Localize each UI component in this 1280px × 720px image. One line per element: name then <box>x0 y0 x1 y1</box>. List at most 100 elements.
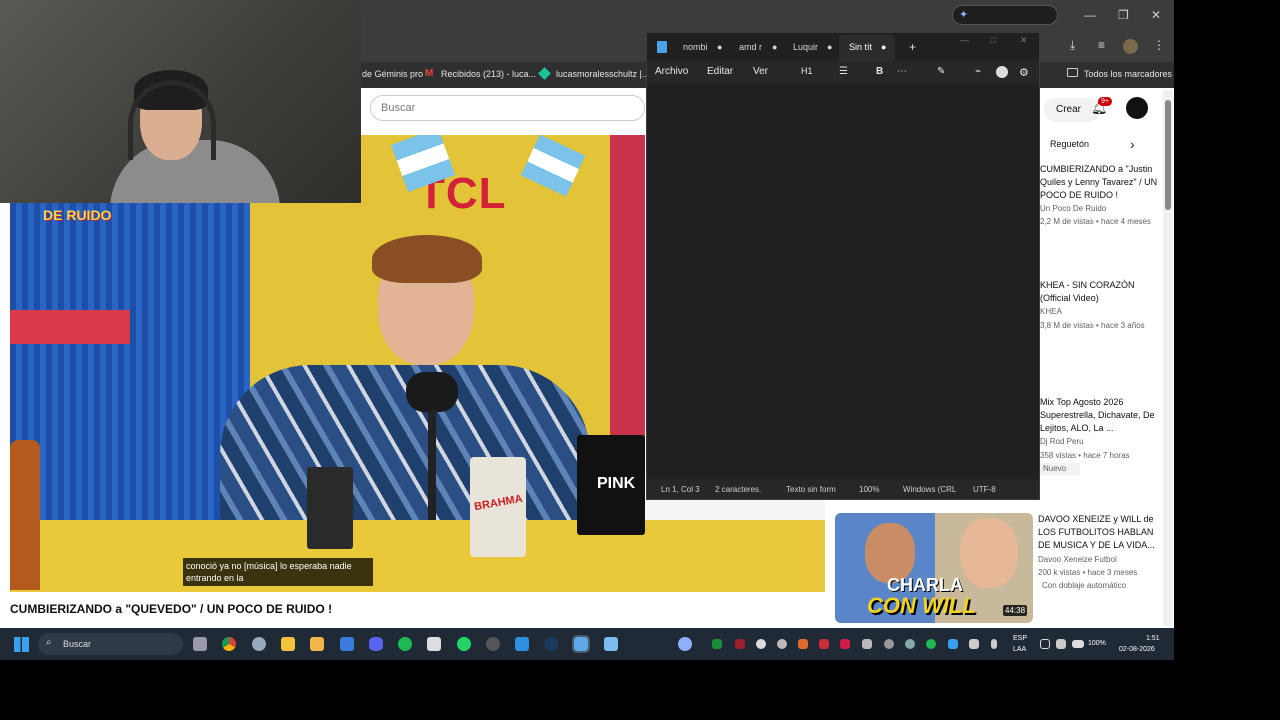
pen-icon[interactable]: ✎ <box>937 66 945 77</box>
account-avatar[interactable] <box>1126 97 1148 119</box>
tray-icon-7[interactable] <box>840 639 850 649</box>
menu-editar[interactable]: Editar <box>707 66 733 77</box>
all-bookmarks[interactable]: Todos los marcadores <box>1084 69 1172 79</box>
playlist-icon[interactable]: ≡ <box>1098 38 1105 52</box>
app-icon-blue[interactable] <box>340 637 354 651</box>
clock-date[interactable]: 02-08-2026 <box>1119 646 1155 653</box>
text-format[interactable]: Texto sin form <box>786 485 836 494</box>
tray-defender-icon[interactable] <box>948 639 958 649</box>
task-view-icon[interactable] <box>193 637 207 651</box>
microphone-icon[interactable] <box>991 639 997 649</box>
notepad-text-area[interactable] <box>647 83 1039 479</box>
tray-spotify-icon[interactable] <box>926 639 936 649</box>
tray-icon-1[interactable] <box>712 639 722 649</box>
chevron-right-icon[interactable]: › <box>1130 136 1135 152</box>
brahma-label: BRAHMA <box>473 492 524 514</box>
zoom-level[interactable]: 100% <box>859 485 879 494</box>
app-icon-github[interactable] <box>486 637 500 651</box>
profile-avatar[interactable] <box>1123 39 1138 54</box>
taskbar-search[interactable]: ⌕ Buscar <box>38 633 183 655</box>
bookmark-gemini[interactable]: de Géminis pro <box>362 69 423 79</box>
notification-app-icon[interactable] <box>678 637 692 651</box>
chip-regueton[interactable]: Reguetón <box>1050 139 1089 149</box>
rec-3-title[interactable]: Mix Top Agosto 2026 Superestrella, Dicha… <box>1040 396 1165 435</box>
notepad-window[interactable]: nombi ● amd r ● Luquir ● Sin tít ● + — □… <box>646 32 1040 500</box>
tray-icon-8[interactable] <box>862 639 872 649</box>
lang-bottom[interactable]: LAA <box>1013 646 1026 653</box>
line-ending: Windows (CRL <box>903 485 957 494</box>
user-avatar-icon[interactable] <box>996 66 1008 78</box>
video-title: CUMBIERIZANDO a "QUEVEDO" / UN POCO DE R… <box>10 602 333 616</box>
bookmark-lucas[interactable]: lucasmoralesschultz |... <box>556 69 649 79</box>
maximize-icon[interactable]: ❐ <box>1118 8 1129 22</box>
menu-ver[interactable]: Ver <box>753 66 768 77</box>
network-icon[interactable] <box>1040 639 1050 649</box>
steam-icon[interactable] <box>544 637 558 651</box>
gemini-button[interactable]: ✦ <box>952 5 1058 25</box>
rec-1-channel[interactable]: Un Poco De Ruido <box>1040 203 1165 215</box>
page-scrollbar[interactable] <box>1163 90 1173 626</box>
notepad-tab-2[interactable]: amd r <box>739 42 762 52</box>
new-tab-icon[interactable]: + <box>909 40 916 54</box>
browser-menu-icon[interactable]: ⋮ <box>1153 38 1165 52</box>
minimize-icon[interactable]: — <box>1084 8 1096 22</box>
whatsapp-icon[interactable] <box>457 637 471 651</box>
file-explorer-icon[interactable] <box>281 637 295 651</box>
notepad-maximize-icon[interactable]: □ <box>990 35 995 45</box>
menu-archivo[interactable]: Archivo <box>655 66 688 77</box>
battery-icon[interactable] <box>1072 640 1084 648</box>
rec-2-channel[interactable]: KHEA <box>1040 306 1165 318</box>
notepad-tab-bar: nombi ● amd r ● Luquir ● Sin tít ● + — □… <box>647 33 1039 61</box>
notepad-minimize-icon[interactable]: — <box>960 35 969 45</box>
clock-time[interactable]: 1:51 <box>1146 635 1160 642</box>
chips-row: Reguetón › <box>1040 136 1166 156</box>
tray-icon-9[interactable] <box>884 639 894 649</box>
more-icon[interactable]: ⋯ <box>897 66 907 77</box>
rec-4-dub-badge: Con doblaje automático <box>1042 581 1127 590</box>
unsaved-dot-icon: ● <box>827 42 833 52</box>
notepad-tab-1[interactable]: nombi <box>683 42 708 52</box>
settings-app-icon[interactable] <box>252 637 266 651</box>
tray-icon-5[interactable] <box>798 639 808 649</box>
folder-icon <box>1067 68 1078 77</box>
notepad-active-tab[interactable]: Sin tít ● <box>839 35 895 61</box>
chrome-icon[interactable] <box>222 637 236 651</box>
rec-1-title[interactable]: CUMBIERIZANDO a "Justin Quiles y Lenny T… <box>1040 163 1165 202</box>
tray-icon-6[interactable] <box>819 639 829 649</box>
spotify-icon[interactable] <box>398 637 412 651</box>
bookmark-gmail[interactable]: Recibidos (213) - luca... <box>441 69 536 79</box>
app-icon-white[interactable] <box>427 637 441 651</box>
notepad-close-icon[interactable]: ✕ <box>1020 35 1028 46</box>
discord-icon[interactable] <box>369 637 383 651</box>
search-input[interactable]: Buscar <box>370 95 645 121</box>
notepad-taskbar-icon[interactable] <box>572 635 590 653</box>
vscode-icon[interactable] <box>515 637 529 651</box>
rec-2-title[interactable]: KHEA - SIN CORAZÓN (Official Video) <box>1040 279 1165 305</box>
lang-top[interactable]: ESP <box>1013 635 1027 642</box>
volume-icon[interactable] <box>1056 639 1066 649</box>
rec-4-title[interactable]: DAVOO XENEIZE y WILL de LOS FUTBOLITOS H… <box>1038 513 1163 552</box>
tray-discord-icon[interactable] <box>969 639 979 649</box>
store-icon[interactable] <box>310 637 324 651</box>
scrollbar-thumb[interactable] <box>1165 100 1171 210</box>
settings-icon[interactable]: ⚙ <box>1019 66 1029 79</box>
tray-icon-4[interactable] <box>777 639 787 649</box>
tray-icon-3[interactable] <box>756 639 766 649</box>
tray-icon-2[interactable] <box>735 639 745 649</box>
rec-3-channel[interactable]: Dj Rod Peru <box>1040 436 1165 448</box>
gmail-icon: M <box>425 68 434 79</box>
close-icon[interactable]: ✕ <box>1151 8 1161 22</box>
notepad-tab-3[interactable]: Luquir <box>793 42 818 52</box>
rec-4-thumbnail[interactable]: CHARLA CON WILL 44:38 <box>835 513 1033 623</box>
start-button[interactable] <box>14 637 29 652</box>
tray-steam-icon[interactable] <box>905 639 915 649</box>
copilot-icon[interactable]: ⌁ <box>975 66 981 77</box>
rec-4-channel[interactable]: Davoo Xeneize Futbol <box>1038 554 1163 566</box>
heading-dropdown[interactable]: H1 <box>801 66 813 76</box>
download-icon[interactable]: ⤓ <box>1070 38 1075 53</box>
bold-button[interactable]: B <box>876 66 883 77</box>
list-icon[interactable]: ☰ <box>839 66 848 77</box>
notepad-taskbar-icon-2[interactable] <box>604 637 618 651</box>
bookmark-diamond-icon <box>538 67 551 80</box>
thumb-face-right <box>960 518 1018 588</box>
